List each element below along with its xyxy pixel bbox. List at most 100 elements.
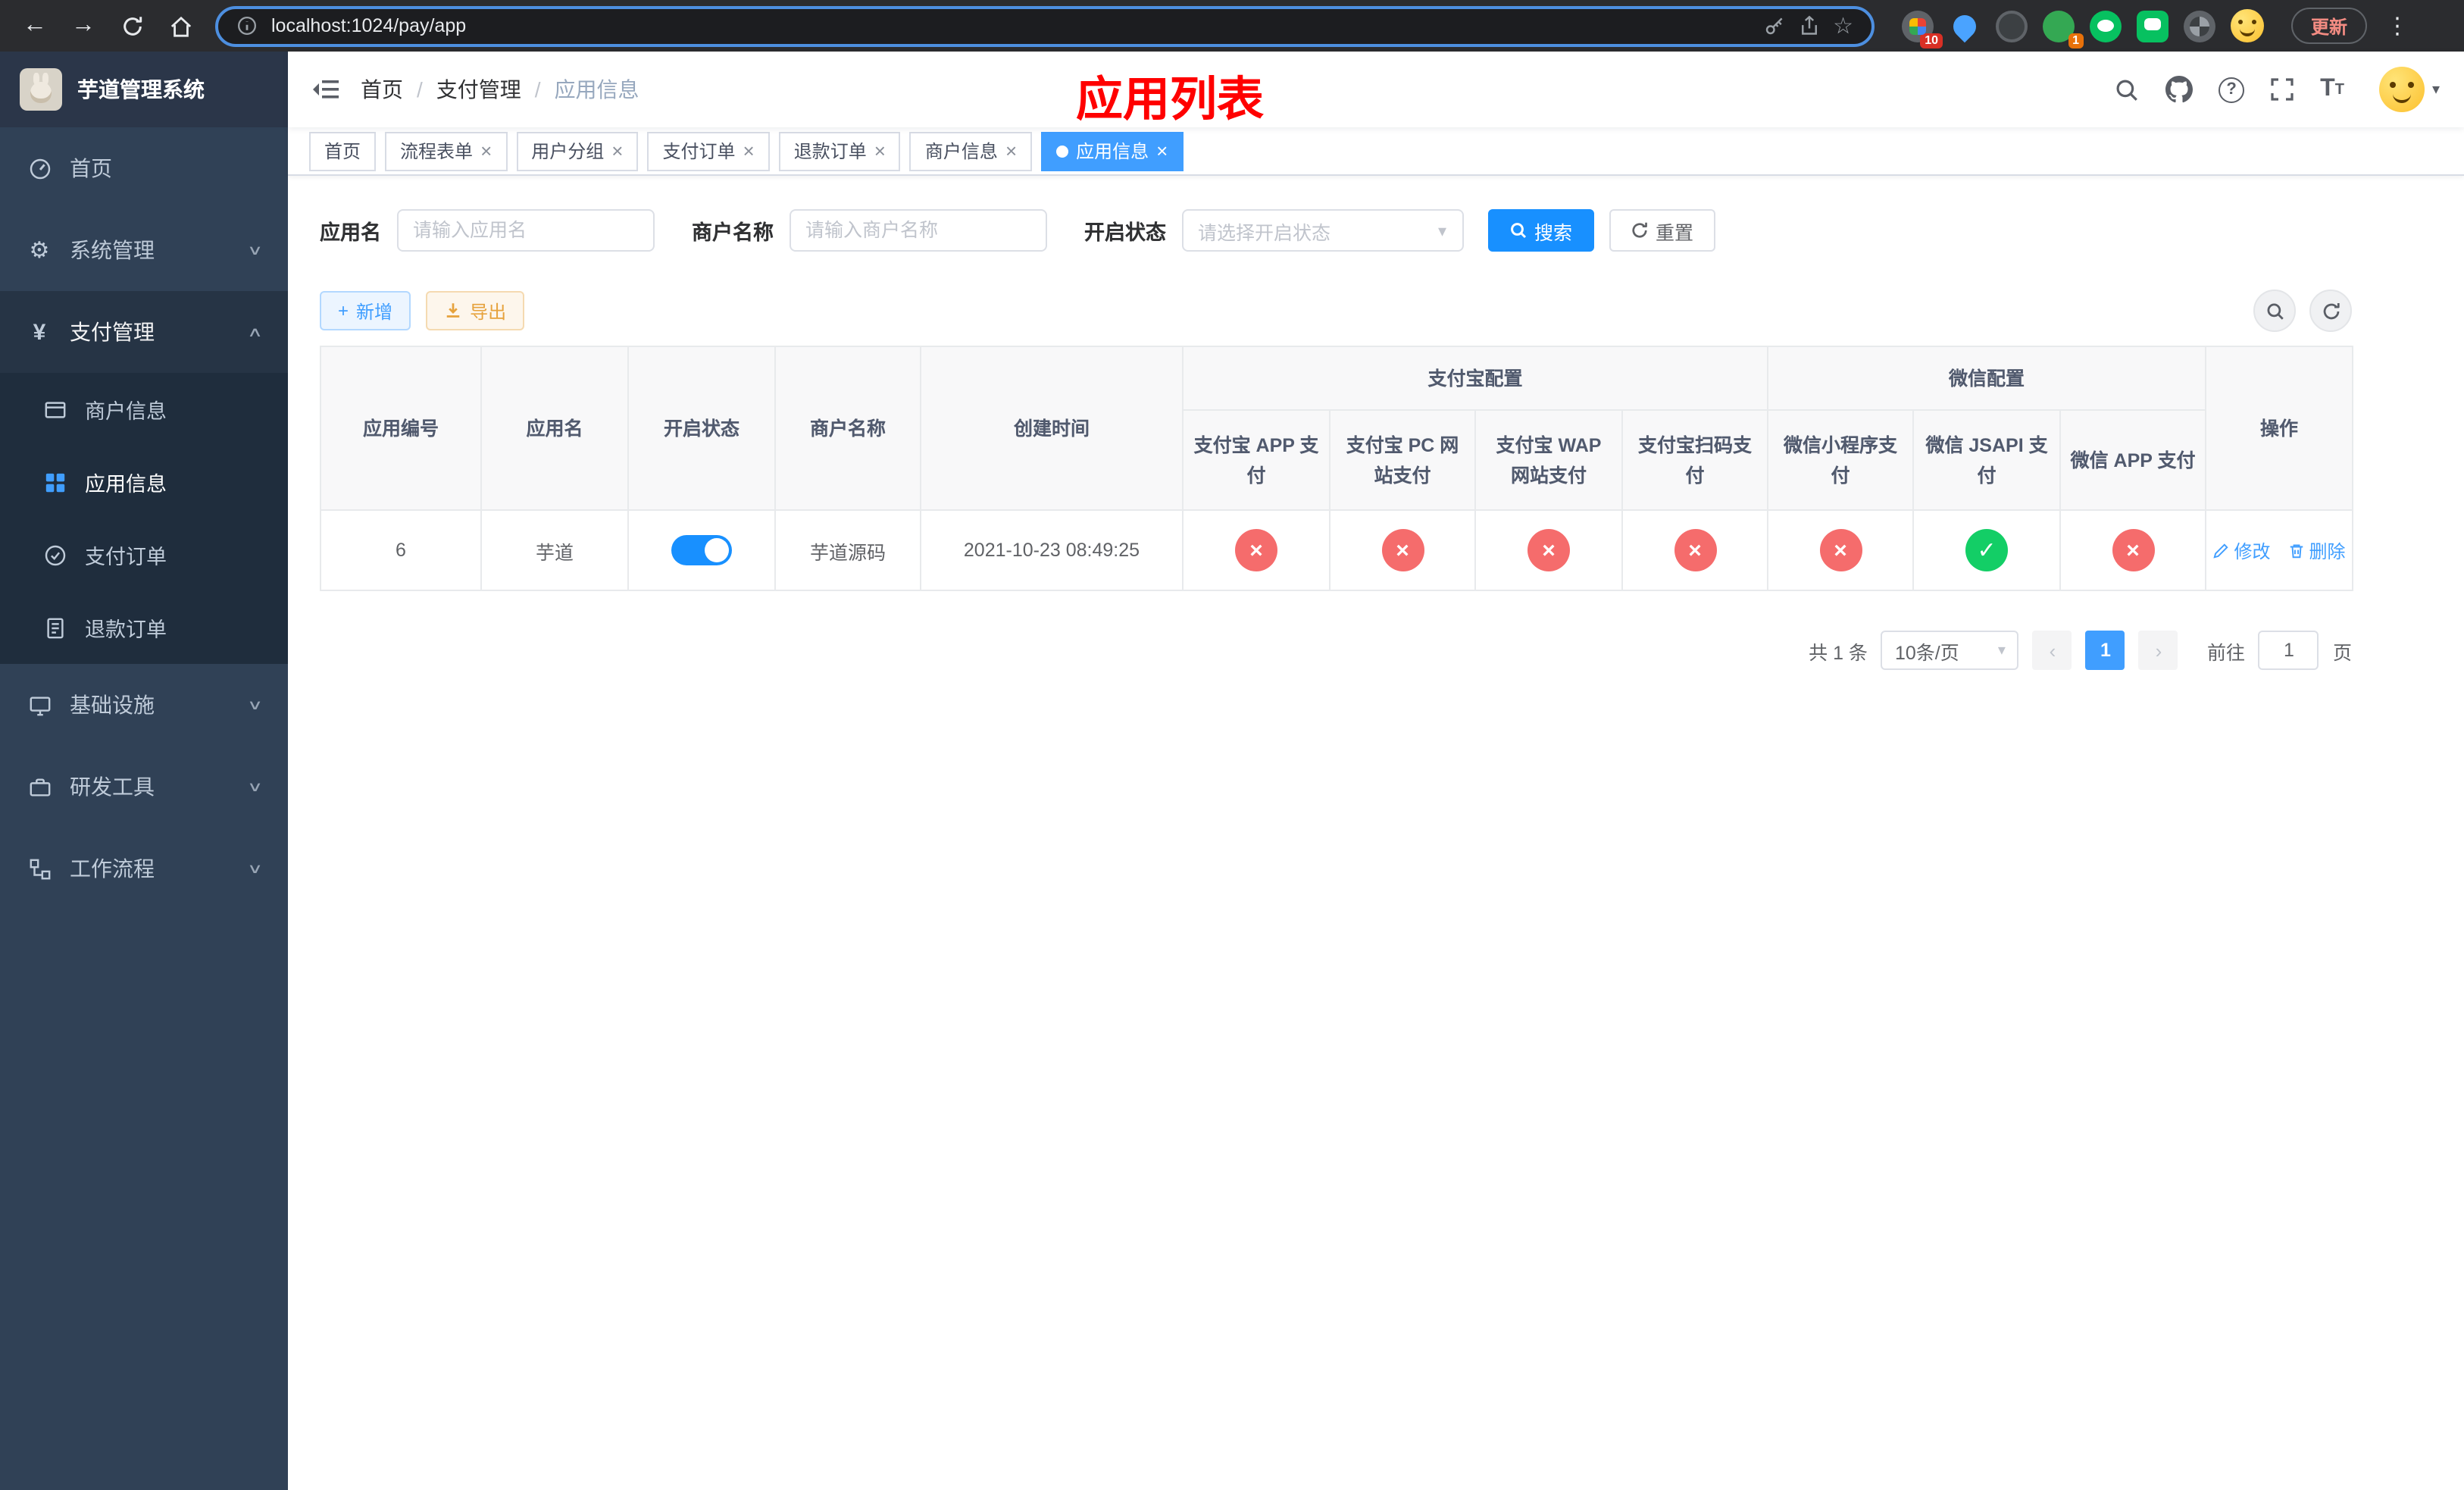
credit-card-icon — [42, 398, 67, 421]
merchant-name-input[interactable] — [789, 209, 1046, 252]
search-form: 应用名 商户名称 开启状态 请选择开启状态 ▾ 搜索 — [320, 209, 2352, 252]
column-header: 支付宝扫码支付 — [1621, 409, 1769, 511]
fullscreen-icon[interactable] — [2270, 77, 2294, 102]
close-icon[interactable]: × — [1156, 141, 1168, 161]
prev-page-button[interactable]: ‹ — [2032, 631, 2072, 670]
sidebar: 芋道管理系统 首页 ⚙ 系统管理 ∨ ¥ 支付管理 ∧ 商户信息 应用信息 支付… — [0, 52, 288, 1490]
tab-merchant-info[interactable]: 商户信息 × — [909, 131, 1033, 171]
table-tools — [2253, 290, 2352, 332]
extension-icon-2[interactable] — [1949, 10, 1981, 42]
extension-badge: 1 — [2068, 33, 2084, 48]
font-size-icon[interactable]: TT — [2320, 76, 2344, 103]
home-icon — [170, 15, 191, 36]
sidebar-item-label: 基础设施 — [70, 693, 155, 717]
page-number-1[interactable]: 1 — [2085, 631, 2125, 670]
sidebar-item-infrastructure[interactable]: 基础设施 ∨ — [0, 664, 288, 746]
extension-icon-6[interactable] — [2137, 10, 2169, 42]
browser-reload-button[interactable] — [112, 6, 152, 45]
refresh-icon — [1631, 222, 1646, 238]
close-icon[interactable]: × — [611, 141, 623, 161]
toggle-search-button[interactable] — [2253, 290, 2296, 332]
user-menu[interactable]: ▾ — [2378, 67, 2440, 112]
sidebar-item-merchant-info[interactable]: 商户信息 — [0, 373, 288, 446]
group-header-alipay: 支付宝配置 — [1181, 346, 1769, 411]
close-icon[interactable]: × — [743, 141, 755, 161]
toolbox-icon — [27, 775, 52, 798]
search-button[interactable]: 搜索 — [1487, 209, 1594, 252]
extension-badge: 10 — [1920, 33, 1943, 48]
page-size-select[interactable]: 10条/页 ▾ — [1881, 631, 2019, 670]
close-icon[interactable]: × — [874, 141, 886, 161]
password-key-icon[interactable] — [1763, 15, 1784, 36]
delete-link[interactable]: 删除 — [2288, 537, 2346, 563]
search-icon[interactable] — [2114, 77, 2140, 102]
search-icon — [2266, 302, 2283, 319]
tab-home[interactable]: 首页 — [309, 131, 377, 171]
browser-home-button[interactable] — [161, 6, 200, 45]
next-page-button[interactable]: › — [2138, 631, 2178, 670]
extension-icon-7[interactable] — [2184, 10, 2215, 42]
sidebar-item-workflow[interactable]: 工作流程 ∨ — [0, 828, 288, 909]
sidebar-item-label: 系统管理 — [70, 238, 155, 262]
share-icon[interactable] — [1798, 15, 1819, 36]
export-button[interactable]: 导出 — [426, 291, 525, 330]
column-header: 微信 APP 支付 — [2059, 409, 2207, 511]
browser-forward-button[interactable]: → — [64, 6, 103, 45]
browser-menu-icon[interactable]: ⋮ — [2382, 12, 2412, 39]
site-info-icon[interactable] — [236, 15, 258, 36]
status-label: 开启状态 — [1084, 221, 1166, 244]
alipay-wap-status-icon: × — [1527, 529, 1570, 571]
column-header: 应用名 — [480, 346, 629, 511]
github-icon[interactable] — [2165, 76, 2194, 103]
tab-app-info[interactable]: 应用信息 × — [1041, 131, 1184, 171]
tab-refund-orders[interactable]: 退款订单 × — [778, 131, 901, 171]
column-header: 支付宝 WAP 网站支付 — [1474, 409, 1623, 511]
reset-button[interactable]: 重置 — [1609, 209, 1715, 252]
sidebar-payment-submenu: 商户信息 应用信息 支付订单 退款订单 — [0, 373, 288, 664]
sidebar-item-label: 退款订单 — [85, 618, 167, 641]
edit-link[interactable]: 修改 — [2213, 537, 2271, 563]
alipay-pc-status-icon: × — [1381, 529, 1424, 571]
status-select[interactable]: 请选择开启状态 ▾ — [1181, 209, 1463, 252]
close-icon[interactable]: × — [480, 141, 492, 161]
chevron-down-icon: ▾ — [1437, 222, 1446, 240]
extension-icon-3[interactable] — [1996, 10, 2028, 42]
breadcrumb-separator: / — [417, 77, 423, 102]
sidebar-item-payment-orders[interactable]: 支付订单 — [0, 518, 288, 591]
extension-icon-8[interactable] — [2231, 9, 2264, 42]
column-header: 支付宝 APP 支付 — [1182, 409, 1330, 511]
breadcrumb-home[interactable]: 首页 — [361, 74, 403, 105]
tab-user-group[interactable]: 用户分组 × — [516, 131, 639, 171]
status-toggle[interactable] — [671, 535, 732, 565]
group-header-wechat: 微信配置 — [1767, 346, 2207, 411]
sidebar-item-home[interactable]: 首页 — [0, 127, 288, 209]
browser-update-button[interactable]: 更新 — [2291, 8, 2368, 44]
breadcrumb-payment[interactable]: 支付管理 — [436, 74, 521, 105]
order-circle-icon — [42, 543, 67, 566]
bookmark-star-icon[interactable]: ☆ — [1833, 12, 1853, 39]
sidebar-item-system[interactable]: ⚙ 系统管理 ∨ — [0, 209, 288, 291]
refresh-table-button[interactable] — [2309, 290, 2352, 332]
goto-label: 前往 — [2206, 642, 2245, 663]
sidebar-toggle-icon[interactable] — [312, 77, 339, 102]
browser-back-button[interactable]: ← — [15, 6, 55, 45]
sidebar-item-dev-tools[interactable]: 研发工具 ∨ — [0, 746, 288, 828]
url-bar[interactable]: localhost:1024/pay/app ☆ — [215, 5, 1875, 46]
sidebar-item-refund-orders[interactable]: 退款订单 — [0, 591, 288, 664]
help-icon[interactable]: ? — [2219, 77, 2245, 102]
tab-process-form[interactable]: 流程表单 × — [385, 131, 508, 171]
goto-page-input[interactable] — [2258, 631, 2319, 670]
app-title: 芋道管理系统 — [77, 77, 205, 102]
extension-icon-1[interactable]: 10 — [1902, 10, 1943, 48]
extension-icon-4[interactable]: 1 — [2043, 10, 2084, 48]
sidebar-item-app-info[interactable]: 应用信息 — [0, 446, 288, 518]
page-title: 应用列表 — [1076, 73, 1264, 126]
add-button[interactable]: + 新增 — [320, 291, 411, 330]
app-name-input[interactable] — [396, 209, 654, 252]
extension-icon-5[interactable] — [2090, 10, 2122, 42]
app-name-label: 应用名 — [320, 221, 381, 244]
tab-payment-orders[interactable]: 支付订单 × — [647, 131, 770, 171]
sidebar-item-payment[interactable]: ¥ 支付管理 ∧ — [0, 291, 288, 373]
cell-app-name: 芋道 — [480, 509, 629, 591]
close-icon[interactable]: × — [1005, 141, 1017, 161]
